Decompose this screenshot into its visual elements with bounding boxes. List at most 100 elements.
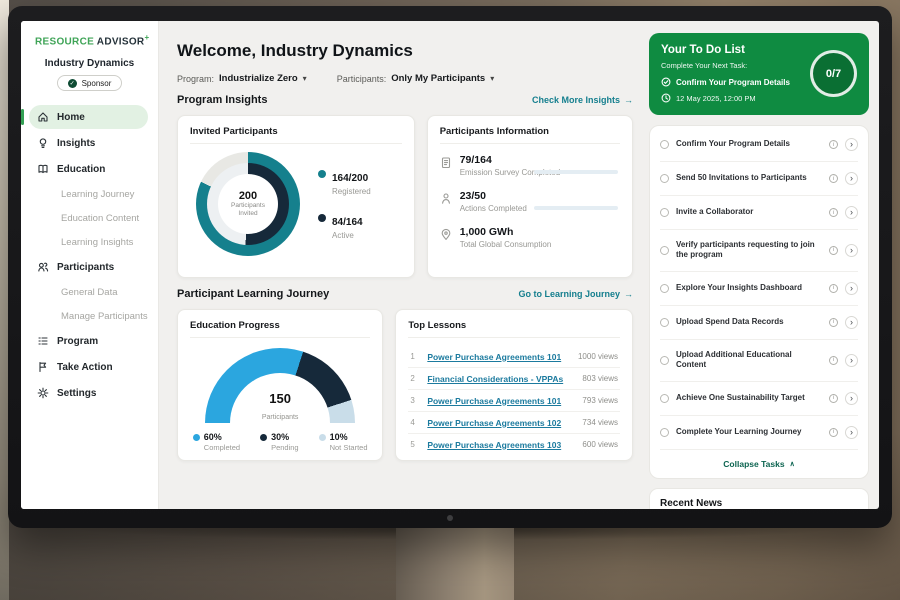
task-row[interactable]: Verify participants requesting to join t…: [660, 229, 858, 271]
info-icon[interactable]: i: [829, 208, 838, 217]
task-checkbox[interactable]: [660, 284, 669, 293]
sidebar-item-learning-insights[interactable]: Learning Insights: [29, 231, 148, 253]
info-icon[interactable]: i: [829, 394, 838, 403]
sidebar-item-education[interactable]: Education: [29, 157, 148, 181]
participants-filter-dropdown[interactable]: Participants: Only My Participants ▾: [337, 73, 495, 84]
lesson-rank: 3: [410, 396, 419, 405]
info-icon[interactable]: i: [829, 140, 838, 149]
sidebar-item-home[interactable]: Home: [29, 105, 148, 129]
sidebar-item-settings[interactable]: Settings: [29, 381, 148, 405]
clipboard-icon: [440, 156, 452, 169]
info-icon[interactable]: i: [829, 318, 838, 327]
legend-value: 84/164: [332, 217, 363, 228]
sidebar-item-learning-journey[interactable]: Learning Journey: [29, 183, 148, 205]
chevron-right-icon[interactable]: ›: [845, 426, 858, 439]
education-progress-card: Education Progress 150 Participants: [177, 309, 383, 461]
logo-part1: RESOURCE: [35, 36, 94, 47]
sidebar-item-general-data[interactable]: General Data: [29, 281, 148, 303]
chevron-right-icon[interactable]: ›: [845, 392, 858, 405]
info-icon[interactable]: i: [829, 174, 838, 183]
sidebar-item-label: General Data: [61, 287, 118, 298]
lesson-link[interactable]: Power Purchase Agreements 102: [427, 418, 574, 428]
sidebar-item-label: Program: [57, 336, 98, 347]
chevron-right-icon[interactable]: ›: [845, 206, 858, 219]
task-checkbox[interactable]: [660, 246, 669, 255]
chevron-down-icon: ▾: [303, 74, 307, 83]
chevron-right-icon[interactable]: ›: [845, 138, 858, 151]
chevron-right-icon[interactable]: ›: [845, 354, 858, 367]
recent-news-card: Recent News: [649, 488, 869, 509]
people-icon: [37, 261, 49, 273]
todo-task-list: Confirm Your Program Details i › Send 50…: [649, 125, 869, 479]
sidebar-item-manage-participants[interactable]: Manage Participants: [29, 305, 148, 327]
info-icon[interactable]: i: [829, 284, 838, 293]
info-icon[interactable]: i: [829, 428, 838, 437]
task-checkbox[interactable]: [660, 318, 669, 327]
legend-value: 60%: [204, 432, 222, 442]
legend-item-not-started: 10% Not Started: [319, 432, 368, 452]
arrow-right-icon: →: [624, 95, 633, 105]
sidebar-item-education-content[interactable]: Education Content: [29, 207, 148, 229]
info-icon[interactable]: i: [829, 356, 838, 365]
task-label: Confirm Your Program Details: [676, 139, 822, 149]
todo-progress-value: 0/7: [826, 68, 841, 80]
sidebar-item-take-action[interactable]: Take Action: [29, 355, 148, 379]
sidebar-item-participants[interactable]: Participants: [29, 255, 148, 279]
go-to-learning-journey-link[interactable]: Go to Learning Journey →: [518, 289, 633, 299]
stat-row-global-consumption: 1,000 GWh Total Global Consumption: [440, 226, 620, 249]
check-more-insights-link[interactable]: Check More Insights →: [532, 95, 633, 105]
task-label: Upload Spend Data Records: [676, 317, 822, 327]
legend-item-completed: 60% Completed: [193, 432, 240, 452]
legend-dot: [193, 434, 200, 441]
task-checkbox[interactable]: [660, 140, 669, 149]
task-row[interactable]: Confirm Your Program Details i ›: [660, 128, 858, 161]
progress-bar: [534, 206, 618, 210]
gauge-center: 150 Participants: [205, 392, 355, 424]
participants-filter-label: Participants:: [337, 74, 387, 84]
info-icon[interactable]: i: [829, 246, 838, 255]
lesson-link[interactable]: Power Purchase Agreements 103: [427, 440, 574, 450]
stat-row-actions-completed: 23/50 Actions Completed: [440, 190, 620, 213]
task-checkbox[interactable]: [660, 208, 669, 217]
clock-icon: [661, 93, 671, 103]
collapse-tasks-button[interactable]: Collapse Tasks ∧: [660, 449, 858, 478]
task-row[interactable]: Explore Your Insights Dashboard i ›: [660, 271, 858, 305]
task-row[interactable]: Upload Additional Educational Content i …: [660, 339, 858, 381]
chevron-right-icon[interactable]: ›: [845, 172, 858, 185]
sidebar-item-insights[interactable]: Insights: [29, 131, 148, 155]
task-checkbox[interactable]: [660, 428, 669, 437]
program-filter-dropdown[interactable]: Program: Industrialize Zero ▾: [177, 73, 307, 84]
chevron-right-icon[interactable]: ›: [845, 244, 858, 257]
task-row[interactable]: Complete Your Learning Journey i ›: [660, 415, 858, 449]
task-row[interactable]: Invite a Collaborator i ›: [660, 195, 858, 229]
sidebar-item-program[interactable]: Program: [29, 329, 148, 353]
task-row[interactable]: Achieve One Sustainability Target i ›: [660, 381, 858, 415]
stat-value: 23/50: [460, 190, 527, 202]
todo-summary-card: Your To Do List Complete Your Next Task:…: [649, 33, 869, 115]
lesson-link[interactable]: Financial Considerations - VPPAs: [427, 374, 574, 384]
link-label: Check More Insights: [532, 95, 620, 105]
legend-dot: [319, 434, 326, 441]
task-checkbox[interactable]: [660, 174, 669, 183]
invited-donut: 200 Participants Invited: [196, 152, 300, 256]
legend-value: 10%: [330, 432, 348, 442]
donut-center-value: 200: [239, 190, 257, 202]
stat-row-emission-survey: 79/164 Emission Survey Completed: [440, 154, 620, 177]
section-title: Participant Learning Journey: [177, 288, 329, 300]
sidebar-item-label: Learning Journey: [61, 189, 134, 200]
task-label: Verify participants requesting to join t…: [676, 240, 822, 261]
arrow-right-icon: →: [624, 289, 633, 299]
monitor-stand: [396, 526, 514, 600]
logo-part2: ADVISOR: [97, 36, 145, 47]
task-row[interactable]: Upload Spend Data Records i ›: [660, 305, 858, 339]
card-title: Top Lessons: [408, 320, 620, 338]
lesson-rank: 2: [410, 374, 419, 383]
chevron-right-icon[interactable]: ›: [845, 316, 858, 329]
task-row[interactable]: Send 50 Invitations to Participants i ›: [660, 161, 858, 195]
task-checkbox[interactable]: [660, 394, 669, 403]
lesson-link[interactable]: Power Purchase Agreements 101: [427, 396, 574, 406]
chevron-right-icon[interactable]: ›: [845, 282, 858, 295]
task-checkbox[interactable]: [660, 356, 669, 365]
lesson-link[interactable]: Power Purchase Agreements 101: [427, 352, 570, 362]
card-title: Invited Participants: [190, 126, 402, 144]
